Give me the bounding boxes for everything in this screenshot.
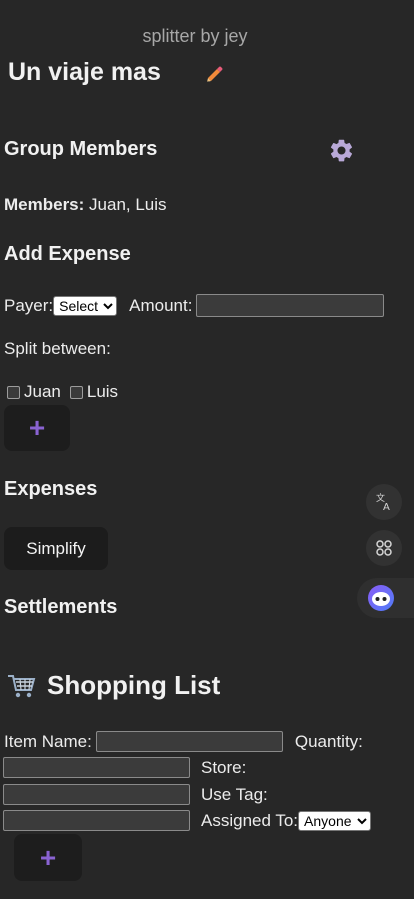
apps-button[interactable] — [366, 530, 402, 566]
assistant-icon — [368, 585, 394, 611]
translate-button[interactable]: 文 A — [366, 484, 402, 520]
amount-input[interactable] — [196, 294, 385, 317]
shopping-row-3: Use Tag: — [3, 784, 268, 805]
pencil-icon — [207, 66, 223, 82]
group-settings-button[interactable] — [328, 137, 355, 164]
split-members: Juan Luis — [7, 382, 118, 402]
payer-label: Payer: — [4, 295, 54, 315]
shopping-row-1: Item Name: Quantity: — [4, 731, 363, 752]
split-checkbox-luis[interactable] — [69, 385, 83, 399]
add-expense-button[interactable]: + — [4, 405, 70, 451]
settlements-heading: Settlements — [4, 596, 118, 618]
gear-icon — [330, 139, 353, 162]
cart-icon — [8, 674, 36, 697]
split-checkbox-juan[interactable] — [7, 385, 20, 399]
assistant-button[interactable] — [357, 578, 414, 618]
amount-label: Amount: — [129, 295, 193, 315]
item-name-label: Item Name: — [4, 731, 92, 751]
add-item-button[interactable]: + — [14, 834, 82, 881]
split-between-label: Split between: — [4, 339, 111, 358]
item-name-input[interactable] — [95, 731, 283, 752]
edit-name-button[interactable] — [204, 63, 226, 85]
assigned-to-select[interactable]: Anyone — [298, 810, 372, 831]
payer-select[interactable]: Select — [53, 295, 118, 316]
group-members-heading: Group Members — [4, 138, 158, 160]
simplify-button[interactable]: Simplify — [4, 527, 108, 570]
shopping-list-title: Shopping List — [47, 670, 221, 700]
translate-icon: 文 A — [376, 492, 390, 512]
members-value: Juan, Luis — [89, 195, 167, 214]
members-line: Members: Juan, Luis — [4, 195, 167, 215]
split-member-luis: Luis — [86, 382, 119, 401]
add-expense-heading: Add Expense — [4, 243, 131, 265]
apps-icon — [376, 540, 392, 556]
expenses-heading: Expenses — [4, 478, 98, 500]
quantity-label: Quantity: — [294, 731, 363, 751]
group-title: Un viaje mas — [8, 58, 161, 86]
use-tag-label: Use Tag: — [201, 784, 268, 804]
assigned-to-label: Assigned To: — [201, 810, 299, 830]
app-brand: splitter by jey — [142, 26, 248, 46]
shopping-row-4: Assigned To: Anyone — [3, 810, 372, 831]
shopping-row-2: Store: — [3, 757, 246, 778]
expense-form-row: Payer: Select Amount: — [4, 294, 385, 317]
split-member-juan: Juan — [24, 382, 61, 401]
quantity-input[interactable] — [3, 757, 190, 778]
shopping-list-heading: Shopping List — [6, 670, 220, 701]
use-tag-input[interactable] — [3, 810, 190, 831]
store-input[interactable] — [3, 784, 190, 805]
members-label: Members: — [4, 195, 85, 214]
store-label: Store: — [201, 757, 247, 777]
svg-text:A: A — [383, 502, 390, 512]
